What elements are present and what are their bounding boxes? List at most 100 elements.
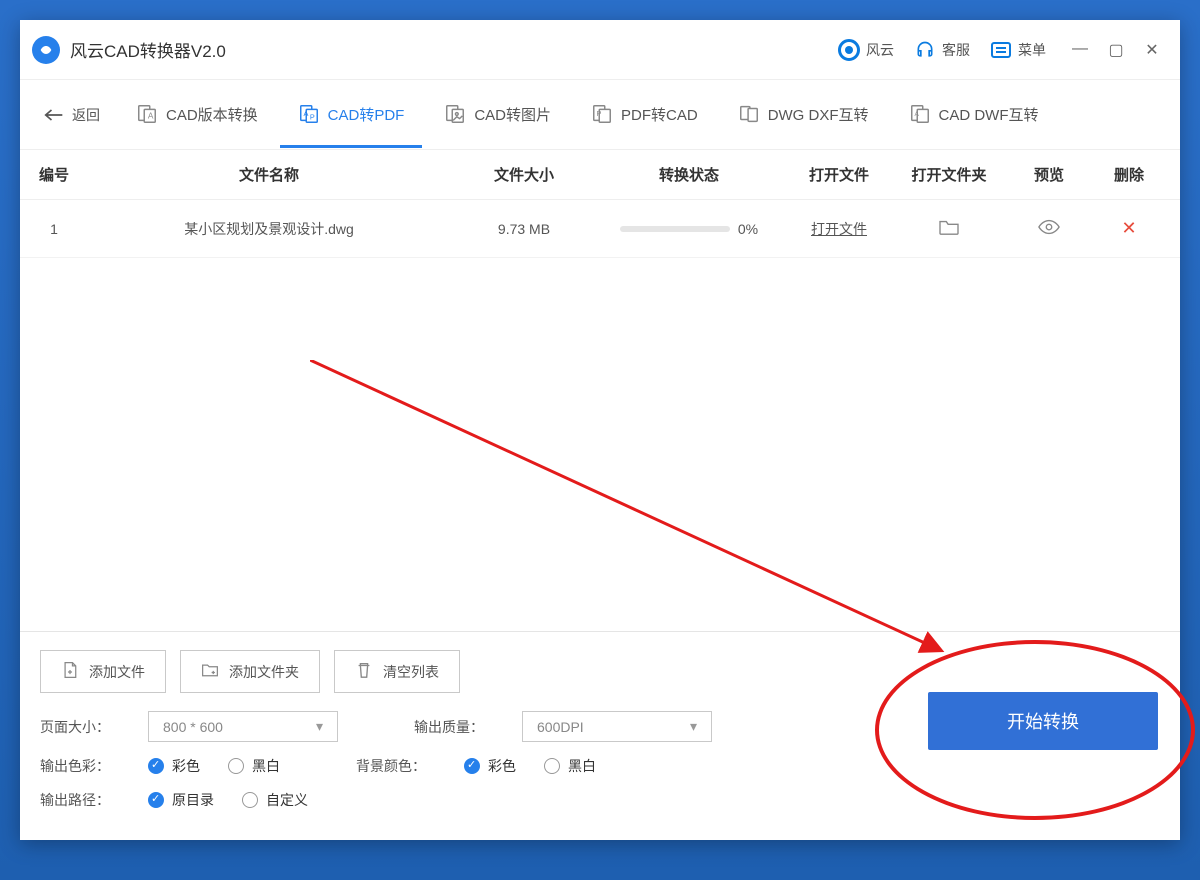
radio-icon [544, 758, 560, 774]
open-file-link[interactable]: 打开文件 [811, 221, 867, 237]
col-open: 打开文件 [784, 164, 894, 185]
tab-label: PDF转CAD [621, 104, 698, 125]
table-header: 编号 文件名称 文件大小 转换状态 打开文件 打开文件夹 预览 删除 [20, 150, 1180, 200]
fengyun-icon [838, 39, 860, 61]
color-label: 输出色彩： [40, 756, 120, 776]
tab-label: CAD转PDF [328, 104, 405, 125]
doc-a-icon: A [136, 103, 158, 125]
doc-img-icon [444, 103, 466, 125]
bg-radio-color[interactable]: 彩色 [464, 756, 516, 776]
bg-label: 背景颜色： [356, 756, 436, 776]
col-size: 文件大小 [454, 164, 594, 185]
open-folder-button[interactable] [938, 223, 960, 239]
add-folder-button[interactable]: 添加文件夹 [180, 650, 320, 693]
delete-button[interactable]: ✕ [1121, 218, 1136, 238]
progress-percent: 0% [738, 221, 758, 237]
preview-button[interactable] [1038, 222, 1060, 238]
svg-text:P: P [597, 109, 602, 118]
progress-bar [620, 226, 730, 232]
radio-checked-icon [148, 758, 164, 774]
chevron-down-icon: ▾ [690, 718, 697, 735]
col-index: 编号 [24, 164, 84, 185]
doc-ap-icon: AP [298, 103, 320, 125]
tabbar: 返回 A CAD版本转换 AP CAD转PDF CAD转图片 P PDF转CAD… [20, 80, 1180, 150]
col-status: 转换状态 [594, 164, 784, 185]
fengyun-label: 风云 [866, 40, 894, 60]
tab-label: CAD转图片 [474, 104, 551, 125]
menu-icon [990, 39, 1012, 61]
eye-icon [1038, 219, 1060, 235]
color-radio-bw[interactable]: 黑白 [228, 756, 280, 776]
support-label: 客服 [942, 40, 970, 60]
app-logo-icon [32, 36, 60, 64]
cell-filename: 某小区规划及景观设计.dwg [84, 219, 454, 239]
folder-plus-icon [201, 661, 219, 682]
radio-icon [228, 758, 244, 774]
chevron-down-icon: ▾ [316, 718, 323, 735]
cell-index: 1 [24, 221, 84, 237]
row-output-path: 输出路径： 原目录 自定义 [40, 790, 1160, 810]
file-plus-icon [61, 661, 79, 682]
col-preview: 预览 [1004, 164, 1094, 185]
svg-text:A: A [148, 112, 154, 121]
start-convert-button[interactable]: 开始转换 [928, 692, 1158, 750]
back-label: 返回 [72, 105, 100, 125]
radio-checked-icon [464, 758, 480, 774]
pagesize-value: 800 * 600 [163, 719, 223, 735]
app-title: 风云CAD转换器V2.0 [70, 37, 226, 62]
path-radio-custom[interactable]: 自定义 [242, 790, 308, 810]
cell-filesize: 9.73 MB [454, 221, 594, 237]
start-convert-label: 开始转换 [1007, 708, 1079, 734]
tab-label: DWG DXF互转 [768, 104, 869, 125]
svg-text:P: P [310, 113, 315, 122]
pagesize-select[interactable]: 800 * 600 ▾ [148, 711, 338, 742]
headset-icon [914, 39, 936, 61]
tab-pdf-cad[interactable]: P PDF转CAD [573, 81, 716, 148]
add-file-label: 添加文件 [89, 662, 145, 682]
path-label: 输出路径： [40, 790, 120, 810]
menu-button[interactable]: 菜单 [980, 35, 1056, 65]
tab-cad-pdf[interactable]: AP CAD转PDF [280, 81, 423, 148]
support-button[interactable]: 客服 [904, 35, 980, 65]
svg-text:A: A [914, 111, 919, 118]
doc-p-icon: P [591, 103, 613, 125]
tab-cad-version[interactable]: A CAD版本转换 [118, 81, 276, 148]
col-name: 文件名称 [84, 164, 454, 185]
quality-label: 输出质量： [414, 717, 494, 737]
maximize-button[interactable]: ▢ [1104, 40, 1128, 60]
add-file-button[interactable]: 添加文件 [40, 650, 166, 693]
tab-dwg-dxf[interactable]: DWG DXF互转 [720, 81, 887, 148]
action-buttons: 添加文件 添加文件夹 清空列表 [40, 650, 1160, 693]
tab-cad-image[interactable]: CAD转图片 [426, 81, 569, 148]
bottom-panel: 添加文件 添加文件夹 清空列表 页面大小： 800 * 600 ▾ 输出质量： … [20, 631, 1180, 840]
fengyun-button[interactable]: 风云 [828, 35, 904, 65]
radio-icon [242, 792, 258, 808]
cell-status: 0% [594, 221, 784, 237]
doc-dwf-icon: A [909, 103, 931, 125]
app-window: 风云CAD转换器V2.0 风云 客服 菜单 — ▢ ✕ 返回 A [20, 20, 1180, 840]
row-color-bg: 输出色彩： 彩色 黑白 背景颜色： 彩色 黑白 [40, 756, 1160, 776]
trash-icon [355, 661, 373, 682]
folder-icon [938, 218, 960, 236]
quality-select[interactable]: 600DPI ▾ [522, 711, 712, 742]
minimize-button[interactable]: — [1068, 40, 1092, 60]
close-button[interactable]: ✕ [1140, 40, 1164, 60]
pagesize-label: 页面大小： [40, 717, 120, 737]
radio-checked-icon [148, 792, 164, 808]
path-radio-original[interactable]: 原目录 [148, 790, 214, 810]
color-radio-color[interactable]: 彩色 [148, 756, 200, 776]
bg-radio-bw[interactable]: 黑白 [544, 756, 596, 776]
titlebar: 风云CAD转换器V2.0 风云 客服 菜单 — ▢ ✕ [20, 20, 1180, 80]
svg-text:A: A [303, 109, 308, 118]
window-controls: — ▢ ✕ [1068, 40, 1164, 60]
quality-value: 600DPI [537, 719, 584, 735]
tab-label: CAD DWF互转 [939, 104, 1039, 125]
tab-label: CAD版本转换 [166, 104, 258, 125]
col-delete: 删除 [1094, 164, 1164, 185]
menu-label: 菜单 [1018, 40, 1046, 60]
clear-list-button[interactable]: 清空列表 [334, 650, 460, 693]
arrow-left-icon [44, 107, 64, 123]
tab-cad-dwf[interactable]: A CAD DWF互转 [891, 81, 1057, 148]
add-folder-label: 添加文件夹 [229, 662, 299, 682]
back-button[interactable]: 返回 [30, 97, 114, 133]
